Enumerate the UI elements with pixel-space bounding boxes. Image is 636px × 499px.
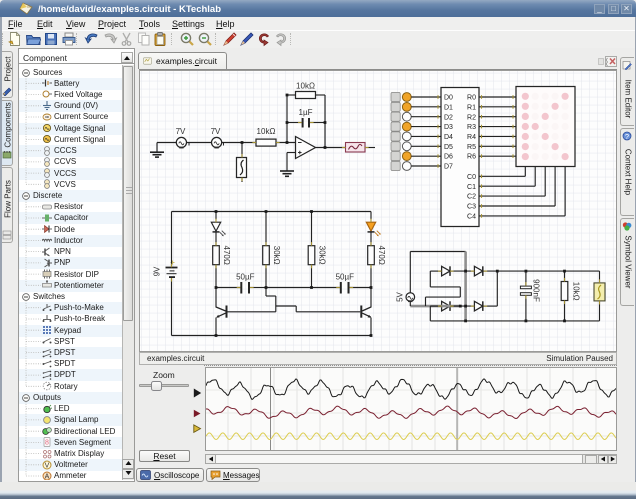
svg-text:5V: 5V xyxy=(396,291,405,301)
svg-text:9V: 9V xyxy=(153,265,162,275)
svg-text:D4: D4 xyxy=(444,134,453,141)
svg-text:C2: C2 xyxy=(467,193,476,200)
svg-text:8: 8 xyxy=(45,440,49,447)
svg-text:10kΩ: 10kΩ xyxy=(572,281,581,300)
svg-text:D1: D1 xyxy=(444,104,453,111)
svg-text:C1: C1 xyxy=(467,183,476,190)
svg-text:D3: D3 xyxy=(444,124,453,131)
svg-text:30kΩ: 30kΩ xyxy=(272,245,281,264)
svg-text:R5: R5 xyxy=(467,143,476,150)
svg-text:R4: R4 xyxy=(467,134,476,141)
svg-text:C3: C3 xyxy=(467,203,476,210)
svg-text:D5: D5 xyxy=(444,143,453,150)
svg-text:R3: R3 xyxy=(467,124,476,131)
svg-text:D0: D0 xyxy=(444,94,453,101)
svg-text:7V: 7V xyxy=(211,127,221,136)
svg-text:V: V xyxy=(45,462,50,469)
svg-text:10kΩ: 10kΩ xyxy=(296,81,315,90)
svg-text:470Ω: 470Ω xyxy=(222,245,231,264)
svg-text:R0: R0 xyxy=(467,94,476,101)
svg-text:R1: R1 xyxy=(467,104,476,111)
svg-text:?: ? xyxy=(625,132,629,141)
svg-text:50µF: 50µF xyxy=(236,272,255,281)
svg-text:R6: R6 xyxy=(467,153,476,160)
svg-text:900nF: 900nF xyxy=(532,279,541,302)
svg-text:D7: D7 xyxy=(444,163,453,170)
svg-text:C4: C4 xyxy=(467,213,476,220)
svg-text:7V: 7V xyxy=(176,127,186,136)
svg-text:D6: D6 xyxy=(444,153,453,160)
svg-text:1µF: 1µF xyxy=(299,108,313,117)
svg-text:50µF: 50µF xyxy=(336,272,355,281)
svg-text:30kΩ: 30kΩ xyxy=(318,245,327,264)
svg-text:R2: R2 xyxy=(467,114,476,121)
svg-text:470Ω: 470Ω xyxy=(377,245,386,264)
svg-text:10kΩ: 10kΩ xyxy=(257,127,276,136)
svg-text:A: A xyxy=(45,473,50,480)
svg-text:C0: C0 xyxy=(467,173,476,180)
svg-text:D2: D2 xyxy=(444,114,453,121)
